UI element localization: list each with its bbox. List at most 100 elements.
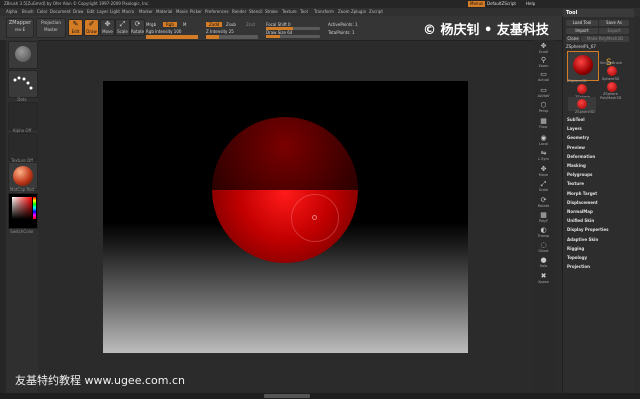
color-square[interactable] [12, 197, 32, 219]
current-tool-thumb[interactable] [567, 51, 599, 81]
menu-edit[interactable]: Edit [87, 8, 95, 16]
menu-color[interactable]: Color [37, 8, 47, 16]
sphere3d-thumb-icon[interactable] [607, 66, 617, 76]
shelf-floor-button[interactable]: ▦ Floor [536, 117, 551, 129]
menu-zoom[interactable]: Zoom [338, 8, 350, 16]
shelf-scale-button[interactable]: ⤢ Scale [536, 180, 551, 192]
tool-section-polygroups[interactable]: Polygroups [567, 172, 592, 177]
shelf-scroll-button[interactable]: ✥ Scroll [536, 42, 551, 54]
shelf-zoom-button[interactable]: ⚲ Zoom [536, 56, 551, 68]
zmapper-button[interactable]: ZMapper rev-E [6, 18, 34, 38]
menu-stroke[interactable]: Stroke [265, 8, 278, 16]
horizontal-scrollbar[interactable] [264, 394, 310, 398]
tool-section-morph-target[interactable]: Morph Target [567, 191, 597, 196]
tool-section-adaptive-skin[interactable]: Adaptive Skin [567, 237, 598, 242]
shelf-move-button[interactable]: ✥ Move [536, 165, 551, 177]
shelf-transp-button[interactable]: ◐ Transp [536, 226, 551, 238]
color-picker[interactable] [8, 193, 38, 229]
menu-document[interactable]: Document [50, 8, 71, 16]
clone-button[interactable]: Clone [566, 36, 580, 42]
tool-section-display-properties[interactable]: Display Properties [567, 227, 608, 232]
draw-size-slider[interactable] [266, 35, 320, 38]
move-button[interactable]: ✥ Move [100, 19, 115, 36]
menu-marker[interactable]: Marker [139, 8, 153, 16]
zadd-button[interactable]: Zadd [206, 22, 223, 27]
export-button[interactable]: Export [599, 28, 629, 34]
menu-material[interactable]: Material [156, 8, 172, 16]
shelf-ghost-button[interactable]: ◌ Ghost [536, 241, 551, 253]
load-tool-button[interactable]: Load Tool [566, 20, 598, 26]
menu-render[interactable]: Render [232, 8, 246, 16]
menu-brush[interactable]: Brush [22, 8, 34, 16]
zsphere-thumb-icon-2[interactable] [607, 82, 617, 92]
shelf-local-button[interactable]: ◉ Local [536, 134, 551, 146]
tool-section-projection[interactable]: Projection [567, 264, 590, 269]
zcut-button[interactable]: Zcut [246, 22, 255, 27]
scale-button[interactable]: ⤢ Scale [115, 19, 130, 36]
make-polymesh-button[interactable]: Make PolyMesh3D [581, 36, 629, 42]
menu-draw[interactable]: Draw [73, 8, 83, 16]
shelf-polyf-button[interactable]: ▦ PolyF [536, 211, 551, 223]
zsphere-thumb-icon[interactable] [577, 84, 587, 94]
menu-zplugin[interactable]: Zplugin [351, 8, 366, 16]
shelf-persp-button[interactable]: ⬡ Persp [536, 101, 551, 113]
m-button[interactable]: M [183, 22, 186, 27]
menu-macro[interactable]: Macro [122, 8, 134, 16]
tool-section-normalmap[interactable]: NormalMap [567, 209, 593, 214]
shelf-aahalf-button[interactable]: ▭ AAHalf [536, 86, 551, 98]
save-as-button[interactable]: Save As [599, 20, 629, 26]
simple-brush-thumb[interactable]: S [606, 50, 620, 68]
import-button[interactable]: Import [566, 28, 598, 34]
switch-color-button[interactable]: SwitchColor [8, 229, 36, 234]
stroke-thumb[interactable] [8, 70, 38, 98]
menus-button[interactable]: Menus [468, 1, 486, 7]
tool-section-deformation[interactable]: Deformation [567, 154, 595, 159]
menu-alpha[interactable]: Alpha [6, 8, 17, 16]
zsub-button[interactable]: Zsub [226, 22, 236, 27]
z-intensity-slider[interactable] [206, 35, 258, 39]
tool-section-layers[interactable]: Layers [567, 126, 582, 131]
hue-strip[interactable] [33, 197, 36, 219]
menu-tool[interactable]: Tool [300, 8, 308, 16]
shelf-ghost-icon: ◌ [540, 241, 547, 249]
shelf-zoom-icon: ⚲ [540, 56, 547, 64]
tool-section-subtool[interactable]: SubTool [567, 117, 585, 122]
shelf-rotate-button[interactable]: ⟳ Rotate [536, 196, 551, 208]
menu-texture[interactable]: Texture [282, 8, 297, 16]
tool-section-displacement[interactable]: Displacement [567, 200, 598, 205]
tool-section-texture[interactable]: Texture [567, 181, 584, 186]
rgb-button[interactable]: Rgb [163, 22, 177, 27]
rgb-intensity-slider[interactable] [146, 35, 198, 39]
menu-zscript[interactable]: Zscript [369, 8, 383, 16]
shelf-lsym-button[interactable]: ⇋ L.Sym [536, 149, 551, 161]
default-zscript-button[interactable]: DefaultZScript [485, 1, 518, 7]
menu-light[interactable]: Light [110, 8, 120, 16]
brush-thumb[interactable] [8, 41, 38, 69]
projection-master-button[interactable]: Projection Master [36, 18, 66, 38]
zsphere3d-thumb[interactable] [568, 97, 596, 111]
tool-section-masking[interactable]: Masking [567, 163, 586, 168]
shelf-persp-icon: ⬡ [540, 101, 547, 109]
tool-section-rigging[interactable]: Rigging [567, 246, 584, 251]
material-thumb[interactable] [8, 162, 38, 190]
help-button[interactable]: Help [524, 1, 537, 7]
tool-section-preview[interactable]: Preview [567, 145, 585, 150]
shelf-solo-button[interactable]: ● Solo [536, 256, 551, 268]
texture-thumb[interactable] [8, 133, 38, 161]
shelf-xpose-button[interactable]: ✖ Xpose [536, 272, 551, 284]
shelf-actual-button[interactable]: ▭ Actual [536, 70, 551, 82]
menu-layer[interactable]: Layer [97, 8, 108, 16]
draw-button[interactable]: ✐ Draw [84, 19, 99, 36]
alpha-thumb[interactable] [8, 102, 38, 130]
menu-picker[interactable]: Picker [190, 8, 202, 16]
tool-section-geometry[interactable]: Geometry [567, 135, 589, 140]
menu-movie[interactable]: Movie [176, 8, 188, 16]
menu-preferences[interactable]: Preferences [205, 8, 229, 16]
tool-section-topology[interactable]: Topology [567, 255, 587, 260]
rotate-button[interactable]: ⟳ Rotate [130, 19, 145, 36]
menu-transform[interactable]: Transform [314, 8, 334, 16]
mrgb-button[interactable]: Mrgb [146, 22, 156, 27]
tool-section-unified-skin[interactable]: Unified Skin [567, 218, 594, 223]
edit-button[interactable]: ✎ Edit [68, 19, 83, 36]
menu-stencil[interactable]: Stencil [249, 8, 263, 16]
